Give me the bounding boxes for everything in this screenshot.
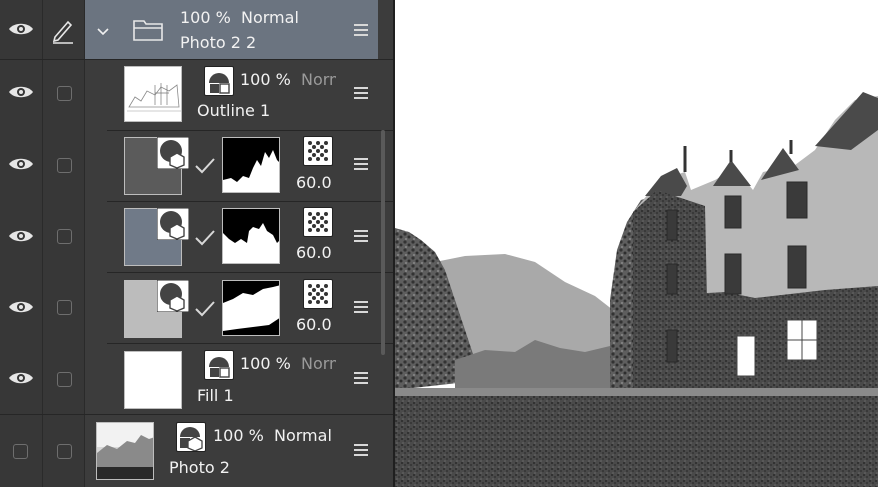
tone-value: 60.0 L: [296, 173, 338, 192]
dot-pattern-icon: [303, 136, 333, 166]
row-divider: [107, 343, 393, 344]
layer-name: Outline 1: [197, 101, 271, 120]
layer-property-icon: [204, 66, 234, 96]
layer-opacity-blend: 100 % Norm: [240, 70, 336, 89]
tone-value: 60.0 L: [296, 243, 338, 262]
hamburger-menu-icon[interactable]: [354, 87, 368, 99]
lock-checkbox[interactable]: [57, 444, 72, 459]
layer-property-icon: [176, 422, 206, 452]
layer-thumbnail: [124, 351, 182, 409]
visibility-checkbox[interactable]: [13, 444, 28, 459]
layer-opacity-blend: 100 % Norm: [240, 354, 336, 373]
eye-icon[interactable]: [8, 84, 34, 100]
row-divider: [0, 414, 393, 415]
eye-icon[interactable]: [8, 299, 34, 315]
hamburger-menu-icon[interactable]: [354, 230, 368, 242]
hamburger-menu-icon[interactable]: [354, 372, 368, 384]
row-divider: [107, 272, 393, 273]
folder-icon: [133, 20, 163, 41]
pen-icon[interactable]: [50, 18, 76, 44]
layer-property-icon: [157, 137, 189, 169]
checkmark-icon[interactable]: [194, 157, 216, 175]
layer-name: Fill 1: [197, 386, 234, 405]
row-divider: [0, 59, 393, 60]
lock-checkbox[interactable]: [57, 372, 72, 387]
row-divider: [107, 130, 393, 131]
layer-thumbnail: [96, 422, 154, 480]
row-divider: [107, 201, 393, 202]
dot-pattern-icon: [303, 279, 333, 309]
hamburger-menu-icon[interactable]: [354, 158, 368, 170]
layer-property-icon: [157, 208, 189, 240]
layer-property-icon: [157, 280, 189, 312]
hamburger-menu-icon[interactable]: [354, 301, 368, 313]
layer-name: Photo 2 2: [180, 33, 257, 52]
lock-checkbox[interactable]: [57, 86, 72, 101]
eye-icon[interactable]: [8, 370, 34, 386]
lock-checkbox[interactable]: [57, 300, 72, 315]
tone-value: 60.0 L: [296, 315, 338, 334]
layer-thumbnail: [124, 66, 182, 122]
layer-property-icon: [204, 350, 234, 380]
scrollbar[interactable]: [381, 130, 385, 355]
chevron-down-icon[interactable]: [97, 28, 109, 36]
layer-opacity-blend: 100 % Normal: [213, 426, 332, 445]
eye-icon[interactable]: [8, 156, 34, 172]
lock-checkbox[interactable]: [57, 229, 72, 244]
hamburger-menu-icon[interactable]: [354, 24, 368, 36]
dot-pattern-icon: [303, 207, 333, 237]
layer-opacity-blend: 100 % Normal: [180, 8, 299, 27]
layer-mask-thumbnail: [222, 208, 280, 264]
layer-mask-thumbnail: [222, 137, 280, 193]
eye-icon[interactable]: [8, 228, 34, 244]
checkmark-icon[interactable]: [194, 229, 216, 247]
canvas-artwork: [395, 0, 878, 487]
checkmark-icon[interactable]: [194, 300, 216, 318]
layer-mask-thumbnail: [222, 280, 280, 336]
lock-checkbox[interactable]: [57, 158, 72, 173]
layer-name: Photo 2: [169, 458, 230, 477]
hamburger-menu-icon[interactable]: [354, 444, 368, 456]
eye-icon[interactable]: [8, 21, 34, 37]
canvas[interactable]: [395, 0, 878, 487]
layer-panel: 100 % Normal Photo 2 2 100 % Norm Outlin…: [0, 0, 393, 487]
